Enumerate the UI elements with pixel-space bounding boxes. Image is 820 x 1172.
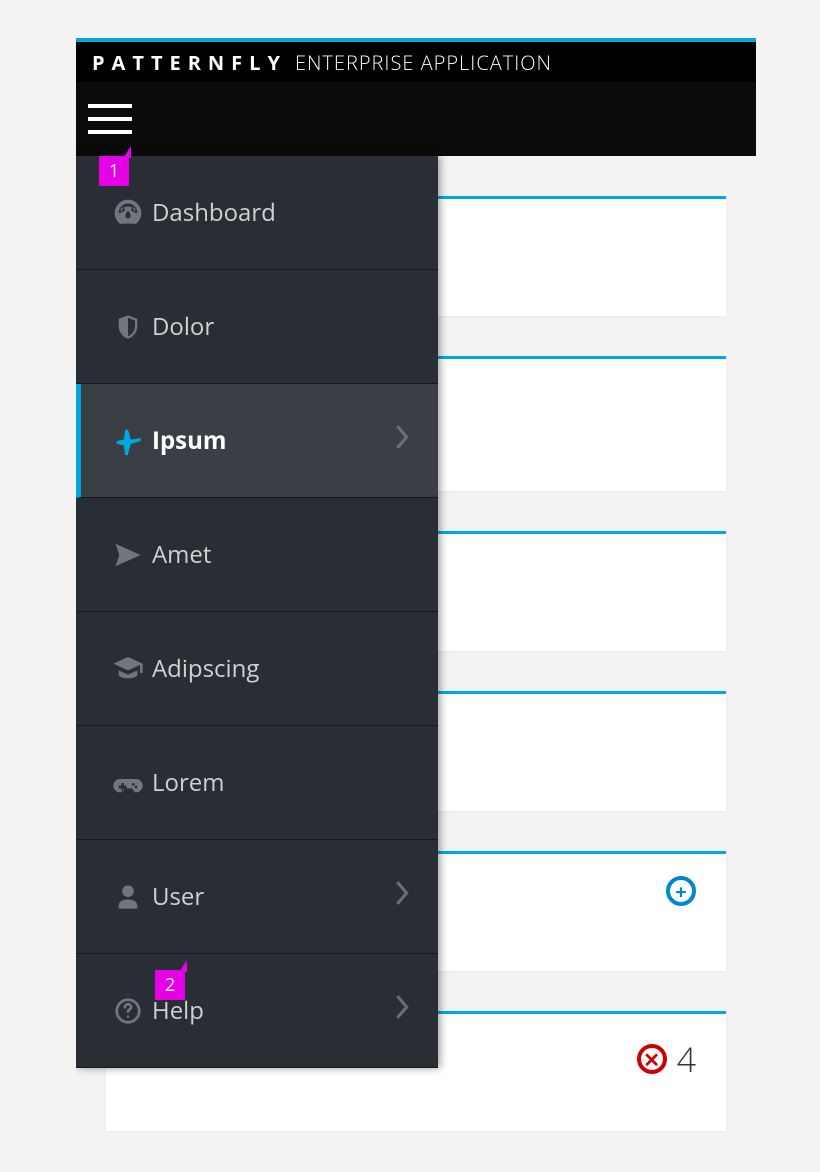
user-icon [104, 883, 152, 911]
chevron-right-icon [394, 879, 410, 915]
nav-item-adipscing[interactable]: Adipscing [76, 612, 438, 726]
graduation-cap-icon [104, 653, 152, 685]
nav-item-amet[interactable]: Amet [76, 498, 438, 612]
nav-drawer: Dashboard Dolor Ipsum Amet [76, 156, 438, 1068]
dashboard-icon [104, 197, 152, 229]
nav-item-help[interactable]: Help [76, 954, 438, 1068]
brand-name: PATTERNFLY [92, 49, 287, 76]
help-icon [104, 996, 152, 1026]
nav-label: Dashboard [152, 196, 410, 229]
menu-bar [76, 82, 756, 156]
nav-label: Lorem [152, 766, 410, 799]
brand-subtitle: ENTERPRISE APPLICATION [295, 49, 552, 76]
hamburger-icon[interactable] [88, 104, 132, 134]
nav-label: Help [152, 994, 394, 1027]
nav-label: Adipscing [152, 652, 410, 685]
nav-label: Ipsum [152, 424, 394, 457]
nav-label: Amet [152, 538, 410, 571]
card-value: 4 [677, 1036, 696, 1082]
gamepad-icon [104, 767, 152, 799]
annotation-callout-2: 2 [155, 970, 185, 1000]
plane-icon [104, 424, 152, 458]
brand-bar: PATTERNFLY ENTERPRISE APPLICATION [76, 42, 756, 82]
nav-item-dashboard[interactable]: Dashboard [76, 156, 438, 270]
plus-circle-icon: + [666, 876, 696, 906]
shield-icon [104, 313, 152, 341]
nav-item-ipsum[interactable]: Ipsum [76, 384, 438, 498]
paper-plane-icon [104, 540, 152, 570]
nav-label: Dolor [152, 310, 410, 343]
nav-item-lorem[interactable]: Lorem [76, 726, 438, 840]
chevron-right-icon [394, 993, 410, 1029]
error-circle-icon: ✕ [637, 1044, 667, 1074]
nav-label: User [152, 880, 394, 913]
annotation-callout-1: 1 [99, 156, 129, 186]
nav-item-dolor[interactable]: Dolor [76, 270, 438, 384]
nav-item-user[interactable]: User [76, 840, 438, 954]
chevron-right-icon [394, 423, 410, 459]
